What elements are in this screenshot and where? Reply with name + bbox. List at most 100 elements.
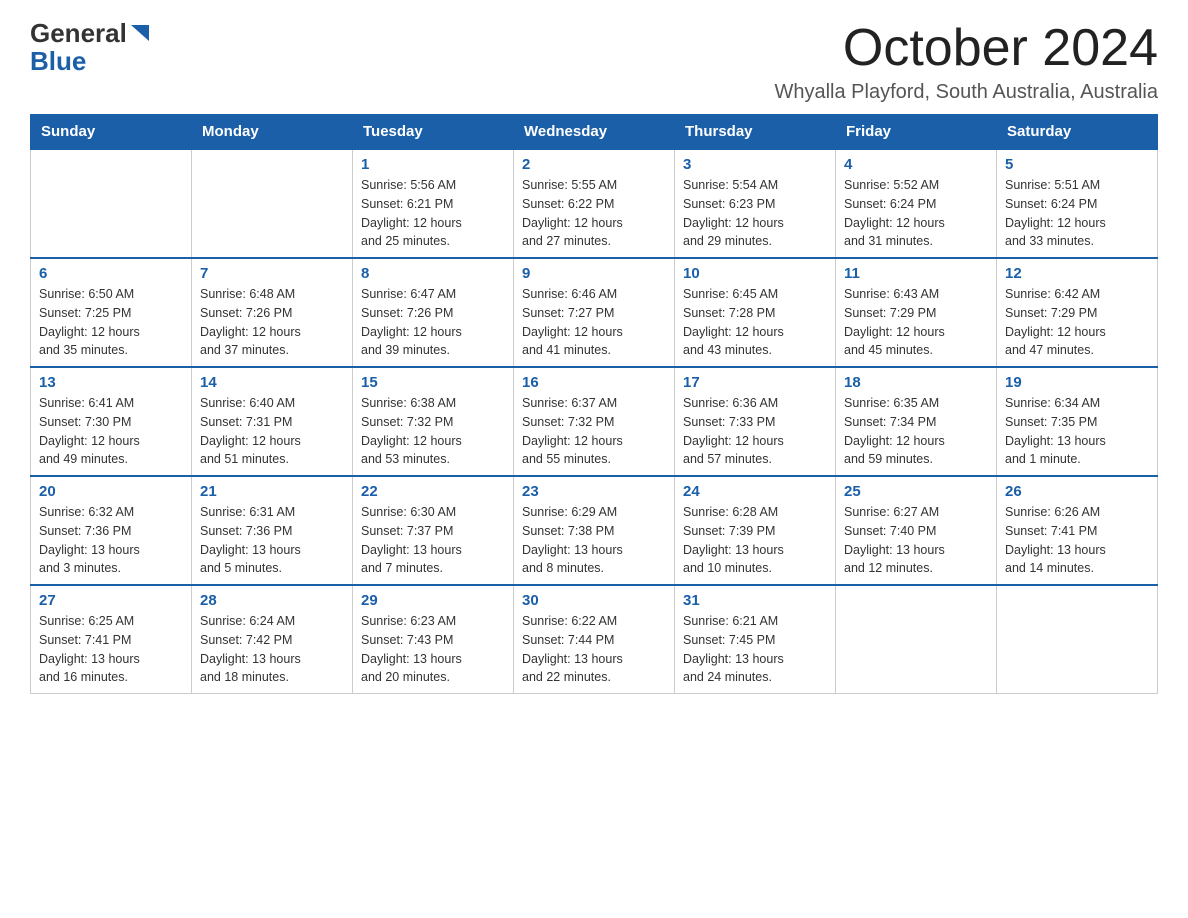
day-number: 3 [683, 156, 827, 173]
calendar-body: 1 Sunrise: 5:56 AM Sunset: 6:21 PM Daylig… [31, 149, 1158, 694]
calendar-week-5: 27 Sunrise: 6:25 AM Sunset: 7:41 PM Dayli… [31, 585, 1158, 694]
day-info: Sunrise: 6:36 AM Sunset: 7:33 PM Dayligh… [683, 394, 827, 469]
day-number: 27 [39, 592, 183, 609]
calendar-cell: 9 Sunrise: 6:46 AM Sunset: 7:27 PM Daylig… [514, 258, 675, 367]
calendar-cell: 28 Sunrise: 6:24 AM Sunset: 7:42 PM Dayli… [192, 585, 353, 694]
page-header: General Blue October 2024 Whyalla Playfo… [30, 20, 1158, 104]
day-info: Sunrise: 6:32 AM Sunset: 7:36 PM Dayligh… [39, 503, 183, 578]
day-info: Sunrise: 5:52 AM Sunset: 6:24 PM Dayligh… [844, 176, 988, 251]
calendar-cell: 31Sunrise: 6:21 AM Sunset: 7:45 PM Dayli… [675, 585, 836, 694]
month-title: October 2024 [774, 20, 1158, 77]
calendar-cell: 15 Sunrise: 6:38 AM Sunset: 7:32 PM Dayli… [353, 367, 514, 476]
day-info: Sunrise: 6:46 AM Sunset: 7:27 PM Dayligh… [522, 285, 666, 360]
day-number: 9 [522, 265, 666, 282]
calendar-week-3: 13 Sunrise: 6:41 AM Sunset: 7:30 PM Dayli… [31, 367, 1158, 476]
day-number: 24 [683, 483, 827, 500]
calendar-cell: 6Sunrise: 6:50 AM Sunset: 7:25 PM Daylig… [31, 258, 192, 367]
calendar-cell [31, 149, 192, 258]
day-number: 22 [361, 483, 505, 500]
day-info: Sunrise: 6:27 AM Sunset: 7:40 PM Dayligh… [844, 503, 988, 578]
logo-arrow-icon [129, 23, 151, 45]
calendar-cell: 18Sunrise: 6:35 AM Sunset: 7:34 PM Dayli… [836, 367, 997, 476]
calendar-cell: 27 Sunrise: 6:25 AM Sunset: 7:41 PM Dayli… [31, 585, 192, 694]
day-info: Sunrise: 6:31 AM Sunset: 7:36 PM Dayligh… [200, 503, 344, 578]
day-number: 1 [361, 156, 505, 173]
calendar-cell: 19 Sunrise: 6:34 AM Sunset: 7:35 PM Dayli… [997, 367, 1158, 476]
day-info: Sunrise: 6:47 AM Sunset: 7:26 PM Dayligh… [361, 285, 505, 360]
day-number: 25 [844, 483, 988, 500]
day-number: 23 [522, 483, 666, 500]
calendar-cell: 13 Sunrise: 6:41 AM Sunset: 7:30 PM Dayli… [31, 367, 192, 476]
calendar-cell: 17 Sunrise: 6:36 AM Sunset: 7:33 PM Dayli… [675, 367, 836, 476]
calendar-week-1: 1 Sunrise: 5:56 AM Sunset: 6:21 PM Daylig… [31, 149, 1158, 258]
day-number: 17 [683, 374, 827, 391]
day-info: Sunrise: 6:28 AM Sunset: 7:39 PM Dayligh… [683, 503, 827, 578]
day-number: 10 [683, 265, 827, 282]
day-info: Sunrise: 6:37 AM Sunset: 7:32 PM Dayligh… [522, 394, 666, 469]
calendar-cell: 26 Sunrise: 6:26 AM Sunset: 7:41 PM Dayli… [997, 476, 1158, 585]
calendar-cell: 23 Sunrise: 6:29 AM Sunset: 7:38 PM Dayli… [514, 476, 675, 585]
calendar-week-4: 20Sunrise: 6:32 AM Sunset: 7:36 PM Dayli… [31, 476, 1158, 585]
calendar-cell: 16 Sunrise: 6:37 AM Sunset: 7:32 PM Dayli… [514, 367, 675, 476]
day-info: Sunrise: 6:29 AM Sunset: 7:38 PM Dayligh… [522, 503, 666, 578]
calendar-cell: 4Sunrise: 5:52 AM Sunset: 6:24 PM Daylig… [836, 149, 997, 258]
day-number: 29 [361, 592, 505, 609]
day-info: Sunrise: 6:26 AM Sunset: 7:41 PM Dayligh… [1005, 503, 1149, 578]
day-number: 28 [200, 592, 344, 609]
weekday-header-sunday: Sunday [31, 115, 192, 150]
calendar-cell: 24 Sunrise: 6:28 AM Sunset: 7:39 PM Dayli… [675, 476, 836, 585]
day-info: Sunrise: 6:25 AM Sunset: 7:41 PM Dayligh… [39, 612, 183, 687]
day-info: Sunrise: 6:38 AM Sunset: 7:32 PM Dayligh… [361, 394, 505, 469]
logo: General Blue [30, 20, 151, 77]
calendar-week-2: 6Sunrise: 6:50 AM Sunset: 7:25 PM Daylig… [31, 258, 1158, 367]
day-info: Sunrise: 6:40 AM Sunset: 7:31 PM Dayligh… [200, 394, 344, 469]
day-number: 30 [522, 592, 666, 609]
calendar-cell: 21 Sunrise: 6:31 AM Sunset: 7:36 PM Dayli… [192, 476, 353, 585]
calendar-cell: 1 Sunrise: 5:56 AM Sunset: 6:21 PM Daylig… [353, 149, 514, 258]
weekday-header-tuesday: Tuesday [353, 115, 514, 150]
day-info: Sunrise: 6:41 AM Sunset: 7:30 PM Dayligh… [39, 394, 183, 469]
calendar-cell: 10Sunrise: 6:45 AM Sunset: 7:28 PM Dayli… [675, 258, 836, 367]
calendar-cell: 22Sunrise: 6:30 AM Sunset: 7:37 PM Dayli… [353, 476, 514, 585]
weekday-header-monday: Monday [192, 115, 353, 150]
day-number: 7 [200, 265, 344, 282]
day-number: 26 [1005, 483, 1149, 500]
day-info: Sunrise: 5:55 AM Sunset: 6:22 PM Dayligh… [522, 176, 666, 251]
weekday-header-saturday: Saturday [997, 115, 1158, 150]
day-number: 5 [1005, 156, 1149, 173]
day-info: Sunrise: 6:21 AM Sunset: 7:45 PM Dayligh… [683, 612, 827, 687]
calendar-cell: 14 Sunrise: 6:40 AM Sunset: 7:31 PM Dayli… [192, 367, 353, 476]
calendar-cell: 11Sunrise: 6:43 AM Sunset: 7:29 PM Dayli… [836, 258, 997, 367]
day-info: Sunrise: 6:24 AM Sunset: 7:42 PM Dayligh… [200, 612, 344, 687]
day-info: Sunrise: 6:35 AM Sunset: 7:34 PM Dayligh… [844, 394, 988, 469]
day-info: Sunrise: 6:48 AM Sunset: 7:26 PM Dayligh… [200, 285, 344, 360]
day-info: Sunrise: 6:50 AM Sunset: 7:25 PM Dayligh… [39, 285, 183, 360]
day-info: Sunrise: 6:23 AM Sunset: 7:43 PM Dayligh… [361, 612, 505, 687]
location-title: Whyalla Playford, South Australia, Austr… [774, 81, 1158, 104]
day-number: 14 [200, 374, 344, 391]
calendar-cell: 7 Sunrise: 6:48 AM Sunset: 7:26 PM Daylig… [192, 258, 353, 367]
calendar-cell: 5Sunrise: 5:51 AM Sunset: 6:24 PM Daylig… [997, 149, 1158, 258]
calendar-cell: 8 Sunrise: 6:47 AM Sunset: 7:26 PM Daylig… [353, 258, 514, 367]
day-number: 15 [361, 374, 505, 391]
calendar-cell: 12Sunrise: 6:42 AM Sunset: 7:29 PM Dayli… [997, 258, 1158, 367]
day-number: 19 [1005, 374, 1149, 391]
day-number: 21 [200, 483, 344, 500]
calendar-cell [836, 585, 997, 694]
day-number: 13 [39, 374, 183, 391]
calendar-cell: 3Sunrise: 5:54 AM Sunset: 6:23 PM Daylig… [675, 149, 836, 258]
title-block: October 2024 Whyalla Playford, South Aus… [774, 20, 1158, 104]
day-info: Sunrise: 6:42 AM Sunset: 7:29 PM Dayligh… [1005, 285, 1149, 360]
day-number: 8 [361, 265, 505, 282]
day-info: Sunrise: 5:56 AM Sunset: 6:21 PM Dayligh… [361, 176, 505, 251]
calendar-cell: 20Sunrise: 6:32 AM Sunset: 7:36 PM Dayli… [31, 476, 192, 585]
day-info: Sunrise: 6:43 AM Sunset: 7:29 PM Dayligh… [844, 285, 988, 360]
weekday-header-wednesday: Wednesday [514, 115, 675, 150]
calendar-cell: 30 Sunrise: 6:22 AM Sunset: 7:44 PM Dayli… [514, 585, 675, 694]
day-number: 2 [522, 156, 666, 173]
day-info: Sunrise: 6:34 AM Sunset: 7:35 PM Dayligh… [1005, 394, 1149, 469]
day-info: Sunrise: 6:22 AM Sunset: 7:44 PM Dayligh… [522, 612, 666, 687]
calendar-cell: 29 Sunrise: 6:23 AM Sunset: 7:43 PM Dayli… [353, 585, 514, 694]
weekday-header-row: SundayMondayTuesdayWednesdayThursdayFrid… [31, 115, 1158, 150]
day-number: 16 [522, 374, 666, 391]
